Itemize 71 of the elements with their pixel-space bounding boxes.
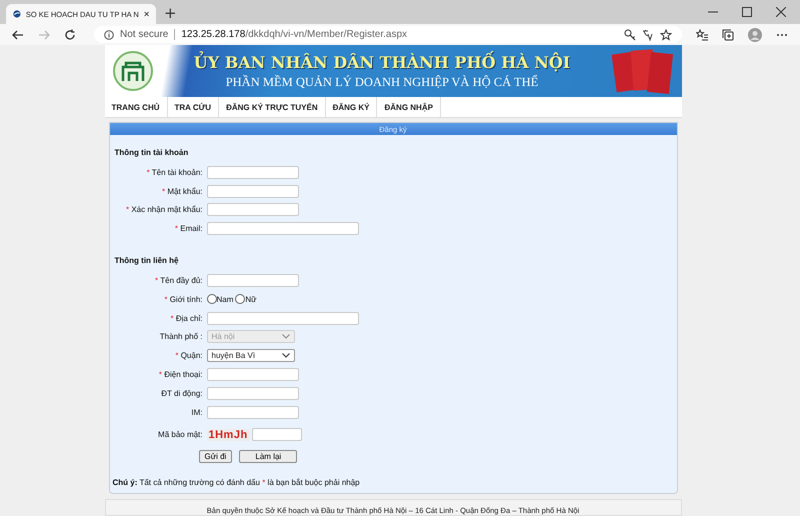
required-asterisk: *: [155, 276, 158, 286]
field-label: Mã bảo mật:: [158, 430, 202, 440]
field-label: Xác nhận mật khẩu:: [131, 205, 202, 214]
nav-link[interactable]: ĐĂNG NHẬP: [377, 97, 441, 117]
field-label: Quận:: [180, 351, 202, 360]
key-icon[interactable]: [624, 28, 636, 40]
field-label: Email:: [180, 224, 202, 234]
required-asterisk: *: [126, 205, 130, 214]
banner-subtitle: PHẦN MỀM QUẢN LÝ DOANH NGHIỆP VÀ HỘ CÁ THỂ: [226, 74, 538, 90]
favorites-icon[interactable]: [696, 28, 708, 40]
note-text: Chú ý: Tất cả những trường có đánh dấu * là bạn bắt buộc phải nhập: [112, 478, 361, 487]
chevron-down-icon: [282, 353, 290, 358]
required-asterisk: *: [164, 294, 168, 304]
field-label: Điện thoại:: [164, 370, 202, 380]
form-button[interactable]: Làm lại: [239, 450, 298, 464]
nav-link[interactable]: ĐĂNG KÝ: [326, 97, 378, 117]
new-tab-button[interactable]: +: [156, 2, 185, 24]
close-icon[interactable]: [144, 10, 149, 18]
back-arrow-icon[interactable]: [12, 30, 24, 40]
radio-button[interactable]: [206, 294, 216, 304]
collections-icon[interactable]: [722, 28, 734, 40]
field-label: Giới tính:: [170, 294, 202, 304]
input-field[interactable]: [206, 312, 358, 325]
field-label: Địa chỉ:: [176, 314, 202, 323]
refresh-icon[interactable]: [64, 28, 76, 40]
input-field[interactable]: [206, 274, 298, 288]
maximize-icon[interactable]: [742, 7, 752, 17]
nav-link[interactable]: TRA CỨU: [168, 97, 220, 117]
globe-icon: [13, 8, 21, 20]
close-icon[interactable]: [776, 7, 786, 17]
form-button[interactable]: Gửi đi: [198, 450, 232, 464]
field-label: Thành phố :: [160, 332, 202, 342]
captcha-input[interactable]: [252, 428, 302, 442]
banner-title: ỦY BAN NHÂN DÂN THÀNH PHỐ HÀ NỘI: [194, 52, 570, 72]
star-icon[interactable]: [660, 28, 672, 40]
chevron-down-icon: [282, 334, 290, 340]
info-icon: [104, 30, 114, 40]
input-field[interactable]: [206, 386, 298, 400]
field-label: IM:: [191, 408, 202, 417]
nav-link[interactable]: ĐĂNG KÝ TRỰC TUYẾN: [219, 97, 326, 117]
dropdown[interactable]: huyện Ba Vì: [206, 349, 294, 362]
url-text: 123.25.28.178/dkkdqh/vi-vn/Member/Register.aspx: [181, 29, 408, 40]
input-field[interactable]: [206, 222, 358, 236]
booklets-drawing: [612, 47, 674, 95]
field-label: Tên tài khoản:: [152, 168, 202, 177]
input-field[interactable]: [206, 166, 298, 179]
required-asterisk: *: [158, 370, 162, 380]
input-field[interactable]: [206, 406, 298, 419]
radio-label[interactable]: Nữ: [245, 294, 257, 304]
city-emblem-logo: [112, 51, 152, 91]
captcha-image: 1HmJh: [206, 428, 250, 441]
more-menu-icon[interactable]: [776, 32, 788, 36]
required-asterisk: *: [146, 168, 150, 177]
required-asterisk: *: [174, 224, 178, 234]
section-heading: Thông tin liên hệ: [114, 255, 180, 268]
required-asterisk: *: [170, 314, 174, 323]
section-heading: Thông tin tài khoản: [114, 147, 190, 159]
input-field[interactable]: [206, 184, 298, 198]
input-field[interactable]: [206, 203, 298, 216]
field-label: Tên đầy đủ:: [160, 276, 202, 286]
security-label: Not secure: [120, 29, 168, 40]
input-field[interactable]: [206, 368, 298, 382]
field-label: Mật khẩu:: [167, 186, 202, 196]
required-asterisk: *: [175, 351, 178, 360]
field-label: ĐT di động:: [161, 388, 202, 398]
radio-label[interactable]: Nam: [216, 294, 234, 304]
radio-button[interactable]: [235, 294, 246, 304]
address-bar[interactable]: Not secure 123.25.28.178/dkkdqh/vi-vn/Member/Register.aspx: [94, 26, 682, 43]
nav-link[interactable]: TRANG CHỦ: [104, 97, 168, 117]
required-asterisk: *: [162, 186, 166, 196]
profile-avatar-icon[interactable]: [748, 28, 762, 42]
